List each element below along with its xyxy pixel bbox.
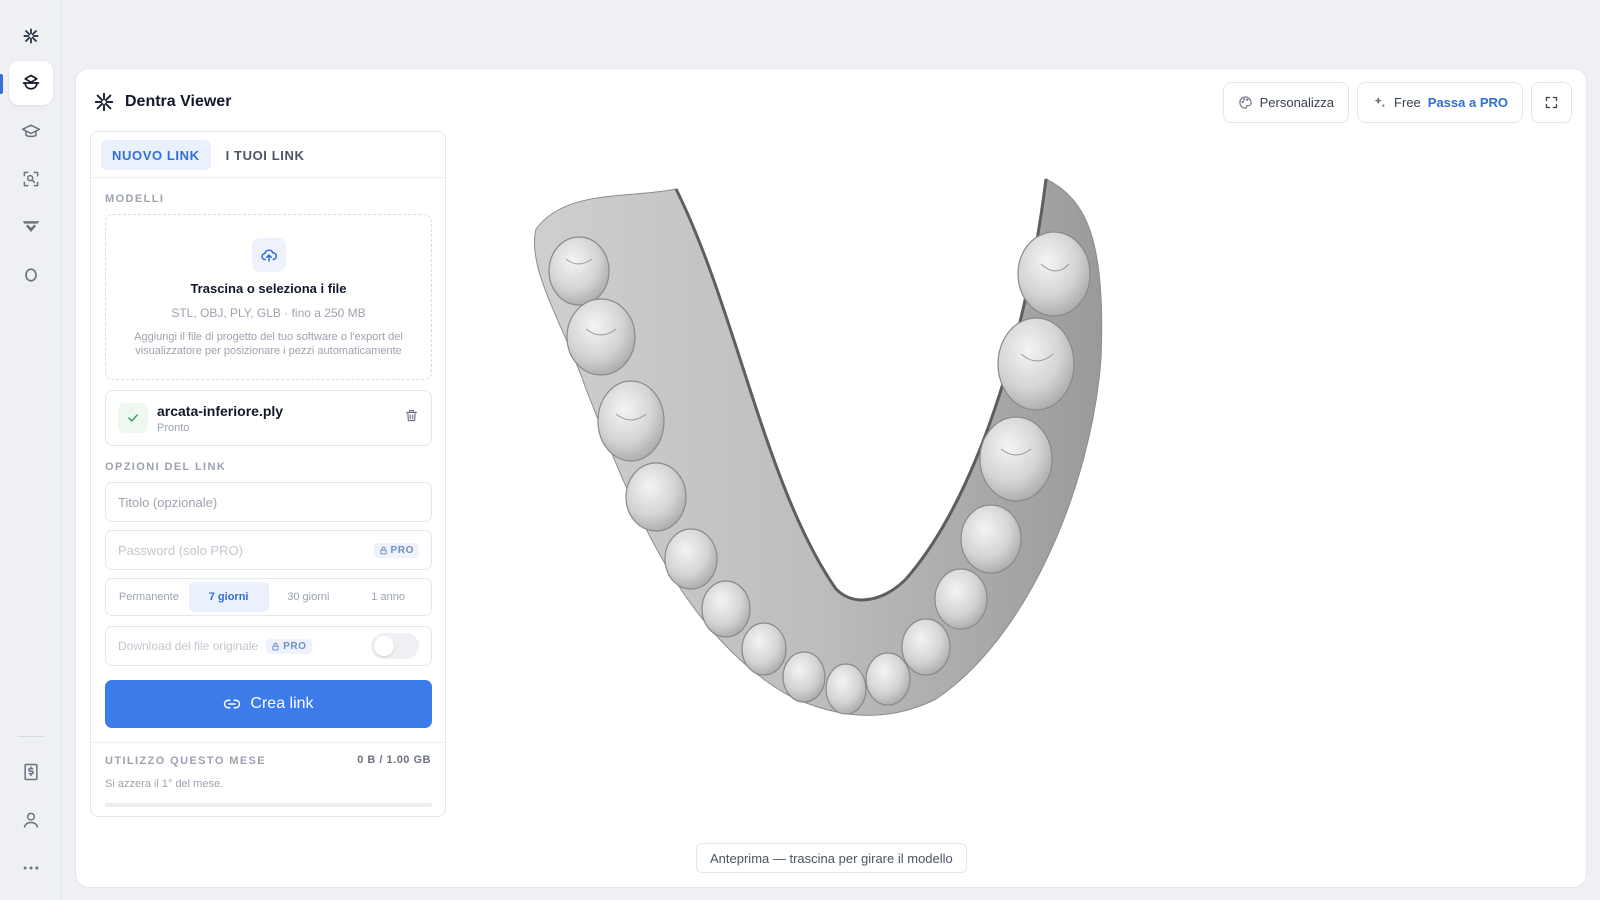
file-status: Pronto [157, 421, 190, 434]
models-section-label: MODELLI [105, 193, 165, 205]
link-options-label: OPZIONI DEL LINK [105, 461, 227, 473]
lock-icon [379, 546, 387, 554]
link-panel: NUOVO LINK I TUOI LINK MODELLI Trascina … [90, 131, 446, 817]
left-rail [0, 0, 62, 900]
billing-icon[interactable] [9, 750, 53, 794]
file-name: arcata-inferiore.ply [157, 402, 284, 419]
app-title: Dentra Viewer [125, 93, 232, 110]
preview-hint: Anteprima — trascina per girare il model… [696, 843, 967, 873]
dropzone-help: Aggiungi il file di progetto del tuo sof… [134, 331, 403, 357]
create-link-label: Crea link [250, 695, 314, 712]
duration-1-year[interactable]: 1 anno [348, 582, 428, 612]
more-icon[interactable] [9, 846, 53, 890]
dental-arch-model[interactable] [506, 159, 1186, 819]
usage-value: 0 B / 1.00 GB [357, 754, 431, 766]
upload-cloud-icon [251, 238, 286, 272]
title-input[interactable]: Titolo (opzionale) [105, 482, 432, 522]
rail-divider [18, 736, 44, 737]
file-dropzone[interactable]: Trascina o seleziona i file STL, OBJ, PL… [105, 214, 432, 380]
panel-tabs: NUOVO LINK I TUOI LINK [91, 132, 445, 178]
download-toggle[interactable] [371, 633, 419, 659]
duration-7-days[interactable]: 7 giorni [188, 582, 269, 612]
upgrade-link[interactable]: Passa a PRO [1428, 95, 1508, 110]
scan-search-icon[interactable] [9, 157, 53, 201]
pro-badge: PRO [373, 542, 419, 558]
delete-file-button[interactable] [404, 408, 419, 428]
top-actions: Personalizza Free Passa a PRO [1222, 82, 1572, 123]
dropzone-title: Trascina o seleziona i file [190, 281, 347, 296]
duration-selector: Permanente 7 giorni 30 giorni 1 anno [105, 578, 432, 616]
tab-new-link[interactable]: NUOVO LINK [101, 140, 211, 170]
fullscreen-icon [1545, 96, 1558, 109]
upgrade-button[interactable]: Free Passa a PRO [1357, 82, 1523, 123]
download-label: Download del file originale [118, 639, 259, 653]
usage-note: Si azzera il 1° del mese. [105, 778, 224, 790]
check-icon [118, 403, 148, 433]
uploaded-file-row: arcata-inferiore.ply Pronto [105, 390, 432, 446]
download-option-row: Download del file originale PRO [105, 626, 432, 666]
tab-your-links[interactable]: I TUOI LINK [215, 140, 316, 170]
duration-permanent[interactable]: Permanente [109, 582, 189, 612]
palette-icon [1239, 96, 1252, 109]
password-input[interactable]: Password (solo PRO) PRO [105, 530, 432, 570]
user-icon[interactable] [9, 798, 53, 842]
file-info: arcata-inferiore.ply Pronto [157, 403, 283, 434]
pro-badge-label: PRO [390, 544, 414, 556]
dropzone-formats: STL, OBJ, PLY, GLB · fino a 250 MB [171, 306, 366, 320]
trash-icon [405, 409, 418, 422]
link-icon [224, 699, 241, 709]
lock-icon [272, 642, 279, 650]
logo-mark-icon[interactable] [9, 14, 53, 58]
usage-progress-bar [105, 803, 432, 807]
duration-30-days[interactable]: 30 giorni [269, 582, 349, 612]
create-link-button[interactable]: Crea link [105, 680, 432, 728]
usage-divider [91, 742, 445, 743]
usage-label: UTILIZZO QUESTO MESE [105, 755, 267, 767]
fullscreen-button[interactable] [1531, 82, 1572, 123]
pro-badge-download: PRO [266, 638, 312, 654]
graduation-cap-icon[interactable] [9, 109, 53, 153]
brand: Dentra Viewer [93, 91, 231, 113]
password-placeholder: Password (solo PRO) [118, 542, 243, 558]
ring-icon[interactable] [9, 253, 53, 297]
rail-active-indicator [0, 74, 3, 94]
plan-label: Free [1394, 95, 1421, 110]
personalize-label: Personalizza [1259, 95, 1335, 110]
viewer-card: Dentra Viewer Personalizza Free Passa a … [75, 68, 1587, 888]
viewer-icon[interactable] [9, 61, 53, 105]
brand-logo-icon [94, 92, 114, 112]
pro-badge-label: PRO [283, 640, 307, 652]
sparkles-icon [1374, 96, 1386, 108]
wing-icon[interactable] [9, 205, 53, 249]
personalize-button[interactable]: Personalizza [1222, 82, 1350, 123]
